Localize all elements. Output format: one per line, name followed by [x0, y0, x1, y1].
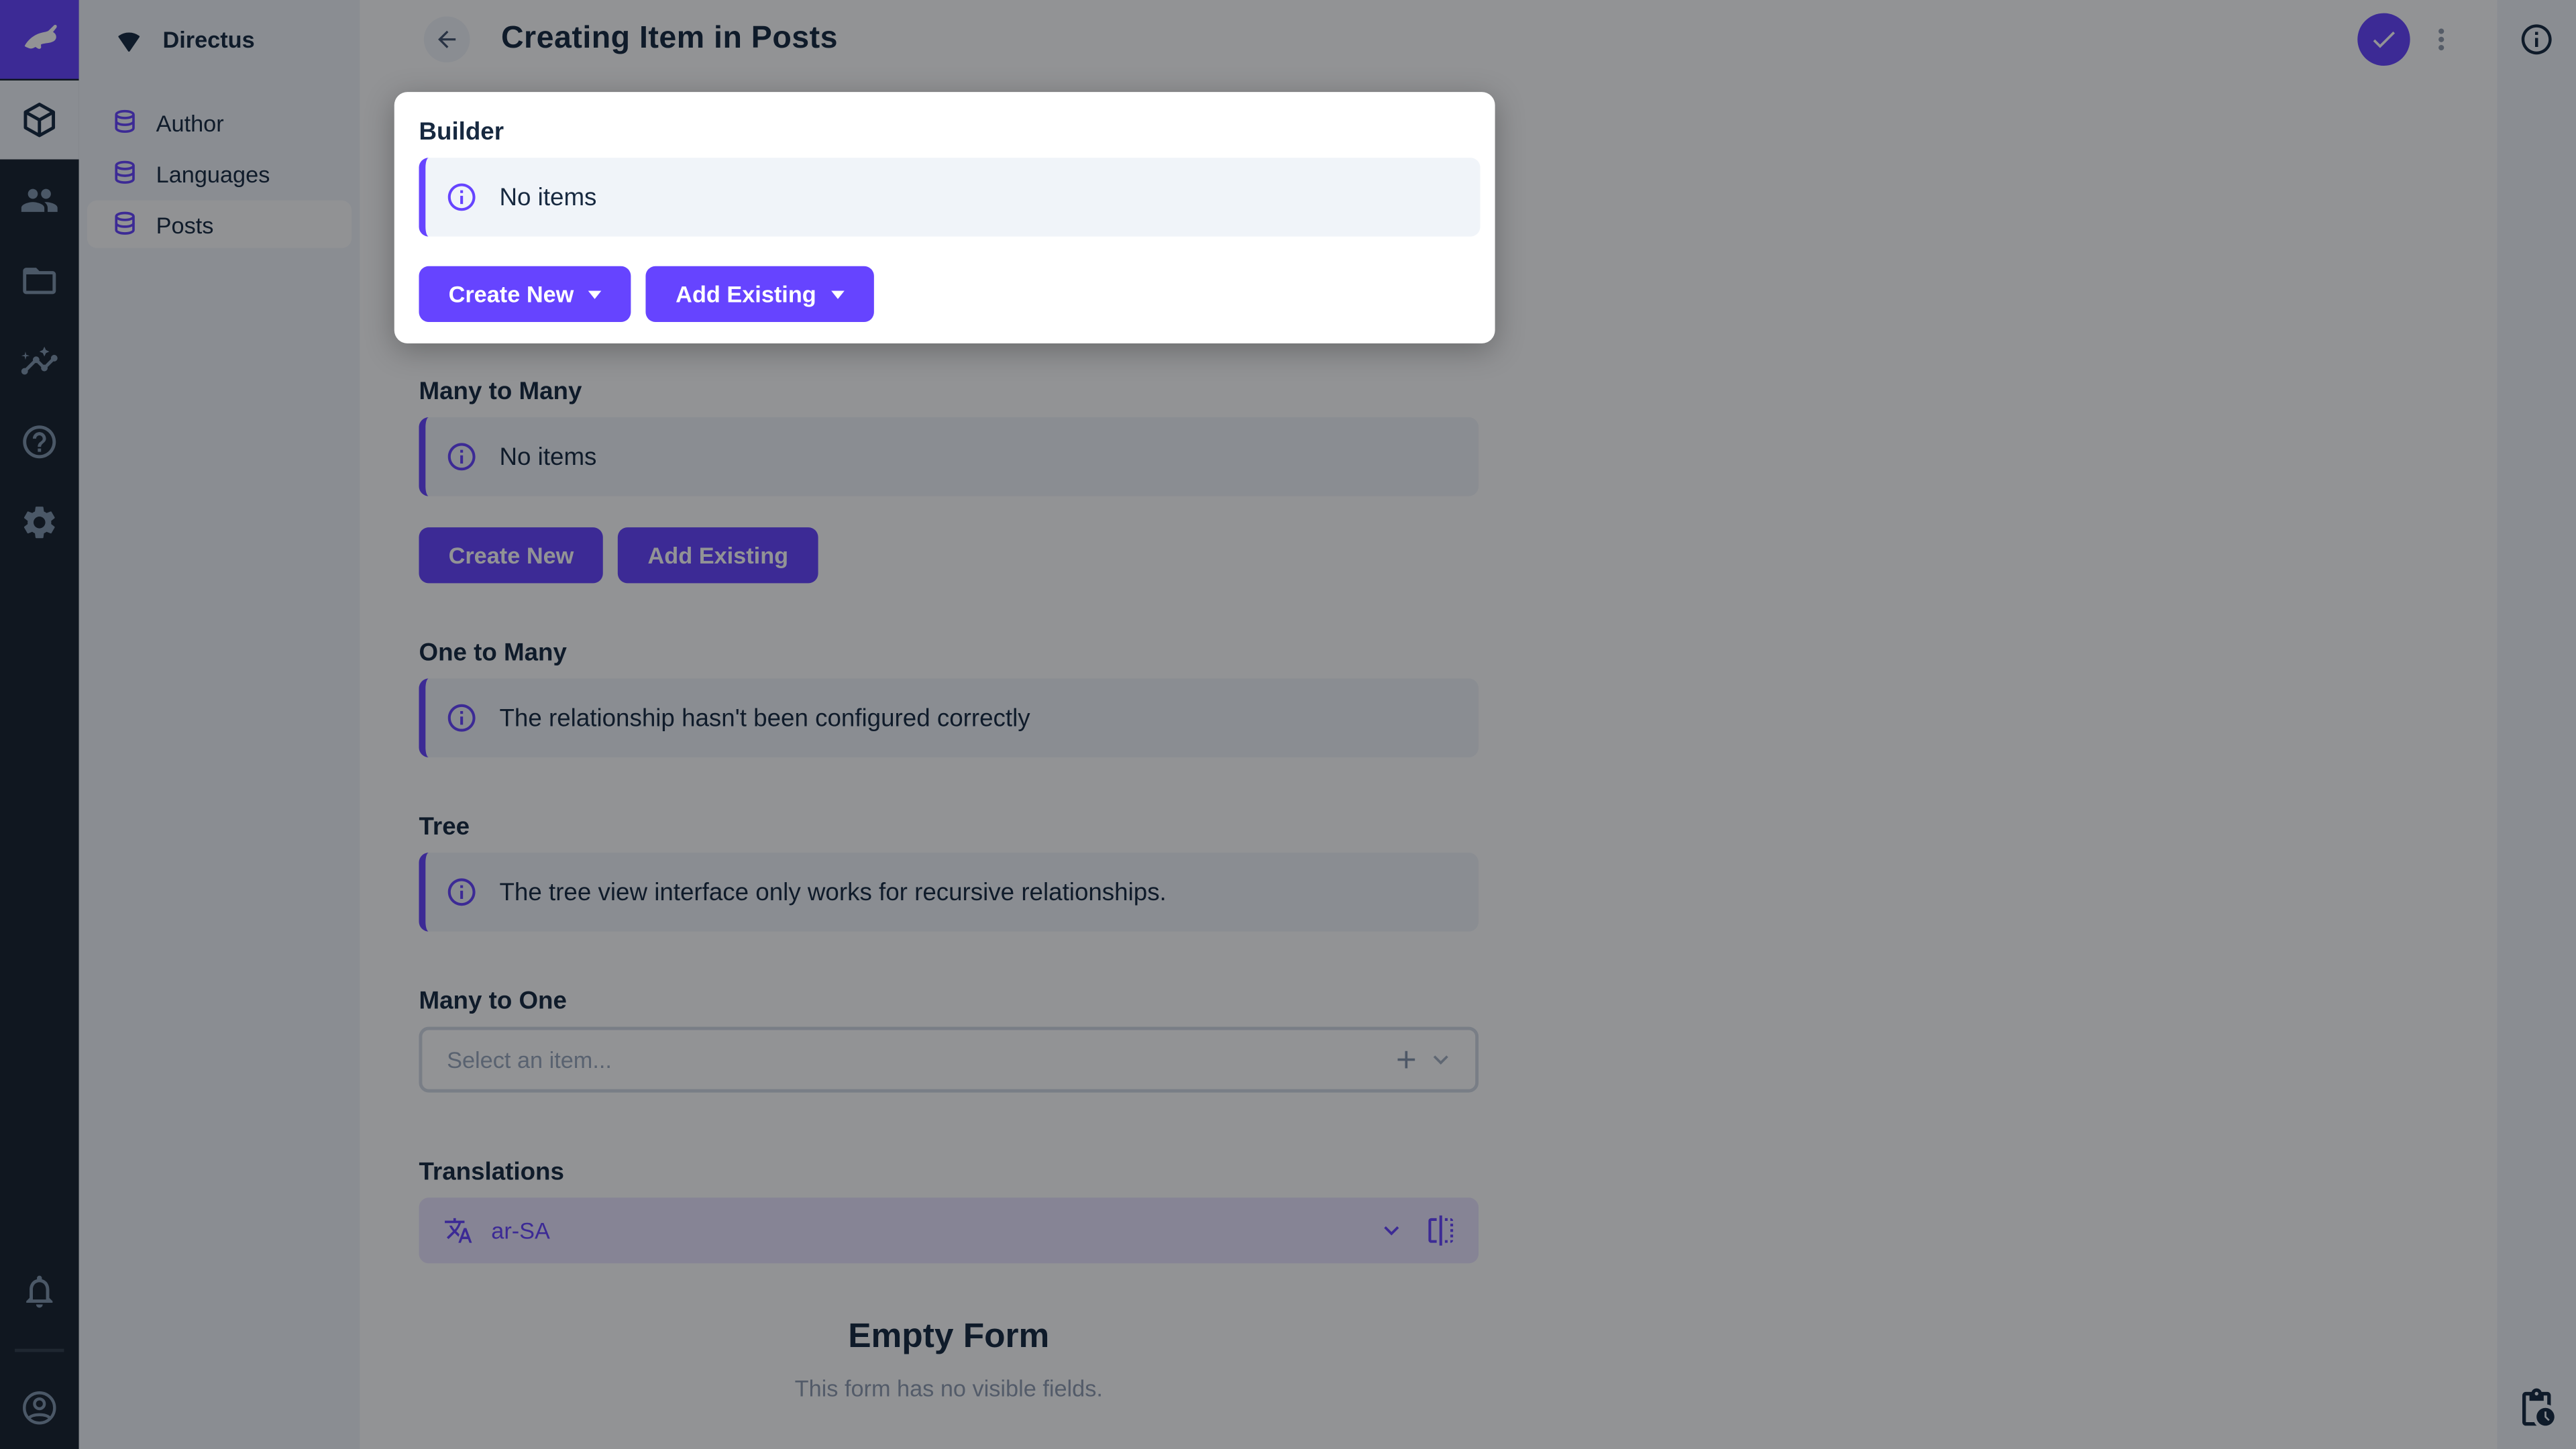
- button-label: Add Existing: [676, 281, 816, 307]
- create-new-button[interactable]: Create New: [419, 266, 631, 322]
- stage: Directus Author Languages: [0, 0, 2576, 1449]
- no-items-notice: No items: [419, 158, 1480, 237]
- notice-text: No items: [499, 183, 596, 211]
- caret-down-icon: [831, 290, 845, 298]
- field-label: Builder: [419, 117, 1480, 150]
- add-existing-button[interactable]: Add Existing: [646, 266, 873, 322]
- directus-app: Directus Author Languages: [0, 0, 2576, 1449]
- button-label: Create New: [449, 281, 574, 307]
- caret-down-icon: [588, 290, 602, 298]
- info-icon: [445, 180, 478, 213]
- builder-actions: Create New Add Existing: [419, 266, 1480, 322]
- builder-field-dialog: Builder No items Create New Add Existing: [394, 92, 1495, 343]
